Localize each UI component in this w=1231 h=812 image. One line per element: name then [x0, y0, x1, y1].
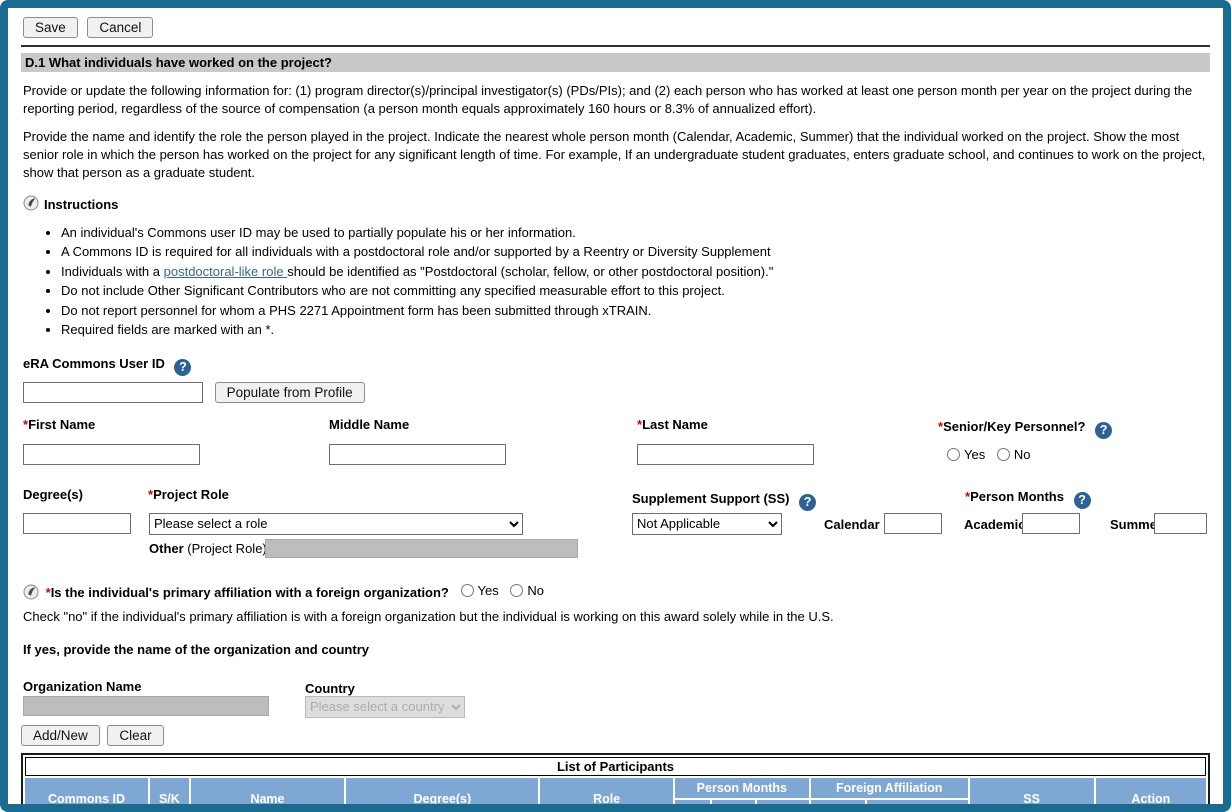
instruction-item: Individuals with a postdoctoral-like rol… [61, 262, 1210, 282]
intro-paragraph-2: Provide the name and identify the role t… [23, 128, 1206, 180]
degrees-input[interactable] [23, 512, 131, 534]
toolbar-divider [21, 45, 1210, 47]
instructions-header: Instructions [23, 195, 1210, 214]
save-button[interactable]: Save [23, 17, 78, 38]
populate-from-profile-button[interactable]: Populate from Profile [214, 381, 365, 403]
header-degrees: Degree(s) [346, 777, 539, 804]
country-label: Country [305, 680, 355, 696]
foreign-yes-radio[interactable]: Yes [460, 583, 499, 598]
help-toggle-icon[interactable] [23, 584, 43, 603]
academic-label: Academic [964, 516, 1026, 532]
instruction-item: Required fields are marked with an *. [61, 320, 1210, 340]
clear-button[interactable]: Clear [107, 724, 164, 746]
header-role: Role [540, 777, 673, 804]
foreign-no-radio[interactable]: No [510, 583, 544, 598]
first-name-label: *First Name [23, 416, 96, 432]
header-org: Org [810, 799, 865, 804]
calendar-label: Calendar [824, 516, 880, 532]
commons-id-input[interactable] [23, 381, 203, 403]
header-ss: SS [969, 777, 1094, 804]
list-actions: Add/New Clear [21, 724, 1210, 746]
instruction-item: Do not include Other Significant Contrib… [61, 281, 1210, 301]
senior-key-radios: Yes No [947, 447, 1030, 464]
header-country: Country [866, 799, 968, 804]
organization-name-label: Organization Name [23, 678, 142, 694]
organization-name-input [23, 695, 269, 716]
postdoctoral-role-link[interactable]: postdoctoral-like role [164, 264, 288, 279]
page-frame: Save Cancel D.1 What individuals have wo… [0, 0, 1231, 812]
header-aca: Aca [711, 799, 756, 804]
header-foreign-affiliation: Foreign Affiliation [810, 777, 968, 798]
last-name-input[interactable] [637, 443, 814, 465]
supplement-help-icon[interactable]: ? [799, 493, 817, 511]
name-row: *First Name Middle Name *Last Name *Seni… [23, 417, 1210, 471]
intro-paragraph-1: Provide or update the following informat… [23, 83, 1193, 116]
help-toggle-icon[interactable] [23, 195, 39, 214]
first-name-input[interactable] [23, 443, 200, 465]
instruction-item: An individual's Commons user ID may be u… [61, 223, 1210, 243]
table-title: List of Participants [25, 756, 1206, 776]
senior-key-help-icon[interactable]: ? [1095, 421, 1113, 439]
add-new-button[interactable]: Add/New [21, 724, 100, 746]
commons-id-help-icon[interactable]: ? [174, 358, 192, 376]
person-months-label: *Person Months ? [965, 489, 1091, 509]
middle-name-input[interactable] [329, 443, 506, 465]
project-role-select[interactable]: Please select a role [149, 512, 523, 535]
instruction-item: A Commons ID is required for all individ… [61, 242, 1210, 262]
supplement-support-label: Supplement Support (SS) ? [632, 491, 817, 511]
foreign-question: Is the individual's primary affiliation … [50, 584, 449, 600]
instruction-item: Do not report personnel for whom a PHS 2… [61, 301, 1210, 321]
commons-id-label: eRA Commons User ID [23, 355, 165, 371]
header-action: Action [1095, 777, 1206, 804]
senior-key-yes-radio[interactable]: Yes [947, 447, 985, 462]
senior-key-no-radio[interactable]: No [996, 447, 1030, 462]
foreign-question-row: *Is the individual's primary affiliation… [23, 583, 1210, 603]
toolbar: Save Cancel [23, 17, 1210, 38]
academic-input[interactable] [1022, 512, 1080, 534]
participants-table: List of Participants Commons ID S/K Name… [21, 752, 1210, 804]
degrees-label: Degree(s) [23, 486, 83, 502]
project-role-label: *Project Role [148, 486, 229, 502]
header-sum: Sum [757, 799, 809, 804]
person-months-help-icon[interactable]: ? [1073, 491, 1091, 509]
supplement-support-select[interactable]: Not Applicable [632, 512, 782, 535]
other-role-label: Other (Project Role) [149, 540, 267, 556]
middle-name-label: Middle Name [329, 416, 410, 432]
header-cal: Cal [674, 799, 710, 804]
organization-row: Organization Name Country Please select … [23, 679, 1210, 723]
calendar-input[interactable] [884, 512, 942, 534]
other-role-input [265, 538, 578, 558]
instructions-title: Instructions [44, 196, 119, 212]
header-sk: S/K [150, 777, 189, 804]
country-select: Please select a country [305, 695, 465, 718]
header-name: Name [190, 777, 345, 804]
header-commons-id: Commons ID [25, 777, 149, 804]
commons-id-block: eRA Commons User ID ? Populate from Prof… [23, 356, 1210, 403]
role-row: Degree(s) *Project Role Supplement Suppo… [23, 487, 1210, 565]
foreign-note: Check "no" if the individual's primary a… [23, 608, 834, 624]
section-title: D.1 What individuals have worked on the … [21, 53, 1210, 72]
if-yes-note: If yes, provide the name of the organiza… [23, 641, 369, 657]
senior-key-label: *Senior/Key Personnel? ? [938, 419, 1113, 439]
header-person-months: Person Months [674, 777, 809, 798]
cancel-button[interactable]: Cancel [87, 17, 154, 38]
instructions-list: An individual's Commons user ID may be u… [45, 223, 1210, 340]
summer-input[interactable] [1154, 512, 1207, 534]
last-name-label: *Last Name [637, 416, 708, 432]
